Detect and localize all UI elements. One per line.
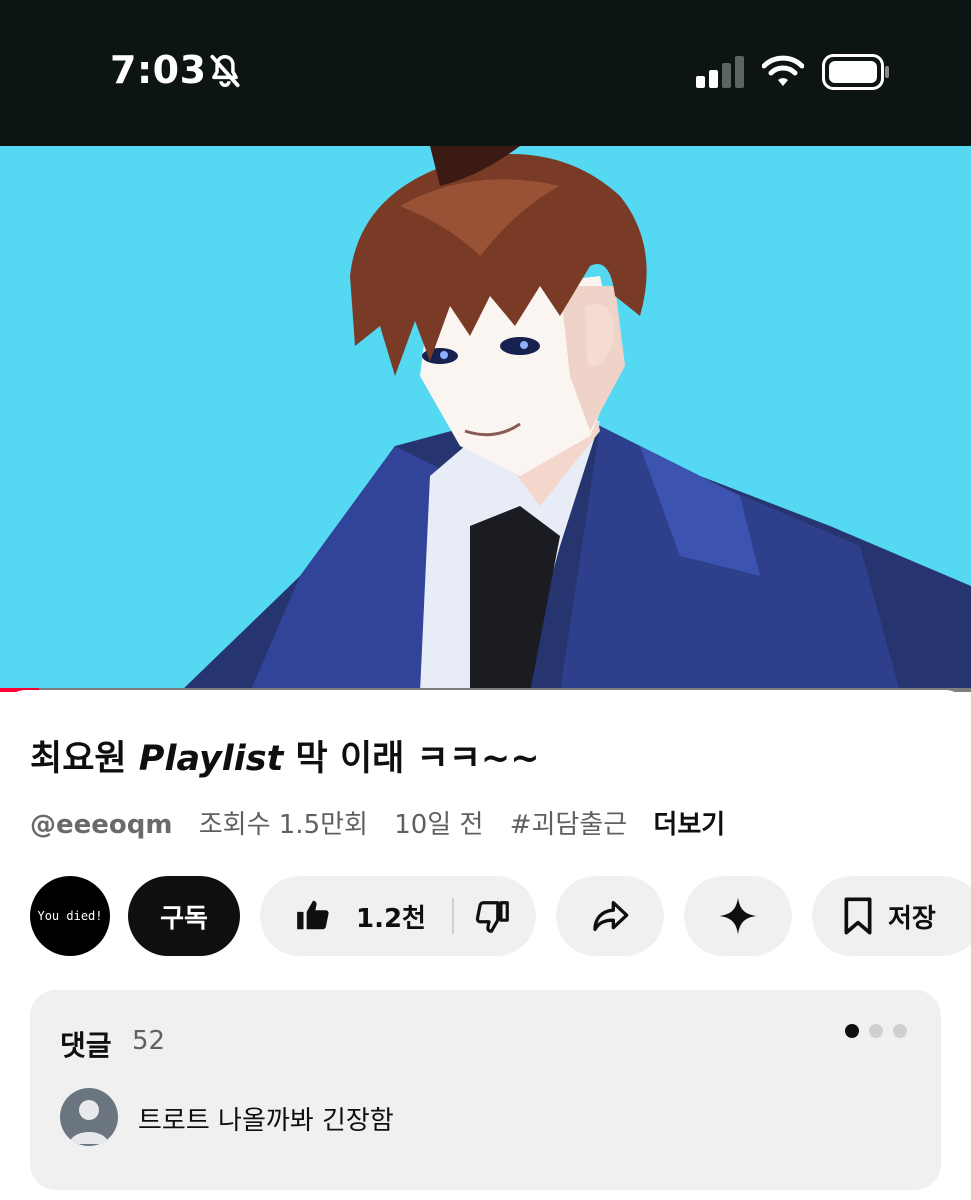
video-player[interactable] <box>0 146 971 692</box>
like-dislike-group: 1.2천 <box>260 876 536 956</box>
video-title: 최요원 Playlist 막 이래 ㅋㅋ~~ <box>30 730 540 781</box>
channel-handle[interactable]: @eeeoqm <box>30 810 172 840</box>
comments-title: 댓글 <box>60 1029 112 1062</box>
video-details-sheet: 최요원 Playlist 막 이래 ㅋㅋ~~ @eeeoqm 조회수 1.5만회… <box>0 690 971 1200</box>
save-button[interactable]: 저장 <box>812 876 971 956</box>
subscribe-button[interactable]: 구독 <box>128 876 240 956</box>
carousel-dots <box>845 1024 907 1038</box>
status-bar: 7:03 <box>0 0 971 146</box>
comments-card[interactable]: 댓글 52 트로트 나올까봐 긴장함 <box>30 990 941 1190</box>
channel-avatar-text: You died! <box>37 909 103 923</box>
more-link[interactable]: 더보기 <box>653 810 725 840</box>
clock: 7:03 <box>110 48 207 92</box>
cellular-signal-icon <box>696 56 744 88</box>
sparkle-icon <box>719 897 757 935</box>
bell-slash-icon <box>210 54 240 88</box>
video-thumbnail <box>0 146 971 692</box>
view-count: 조회수 1.5만회 <box>198 810 368 840</box>
commenter-avatar <box>60 1088 118 1146</box>
carousel-dot <box>893 1024 907 1038</box>
thumbs-down-icon[interactable] <box>474 898 512 936</box>
video-meta: @eeeoqm 조회수 1.5만회 10일 전 #괴담출근 더보기 <box>30 804 743 841</box>
bookmark-icon <box>844 897 872 935</box>
upload-age: 10일 전 <box>394 810 484 840</box>
share-button[interactable] <box>556 876 664 956</box>
ai-sparkle-button[interactable] <box>684 876 792 956</box>
person-icon <box>69 1100 109 1144</box>
comment-text: 트로트 나올까봐 긴장함 <box>138 1106 394 1136</box>
battery-icon <box>822 54 889 90</box>
like-count: 1.2천 <box>356 904 426 934</box>
channel-avatar[interactable]: You died! <box>30 876 110 956</box>
save-label: 저장 <box>888 904 936 934</box>
wifi-icon <box>762 55 804 86</box>
subscribe-label: 구독 <box>160 903 208 934</box>
hashtag-link[interactable]: #괴담출근 <box>510 810 627 840</box>
video-title-prefix: 최요원 <box>30 739 139 779</box>
thumbs-up-icon[interactable] <box>294 896 332 934</box>
carousel-dot-active <box>845 1024 859 1038</box>
comments-count: 52 <box>132 1026 166 1056</box>
like-divider <box>452 898 454 934</box>
video-title-playlist: Playlist <box>138 739 284 779</box>
share-arrow-icon <box>593 901 629 931</box>
video-title-suffix: 막 이래 ㅋㅋ~~ <box>283 739 540 779</box>
carousel-dot <box>869 1024 883 1038</box>
